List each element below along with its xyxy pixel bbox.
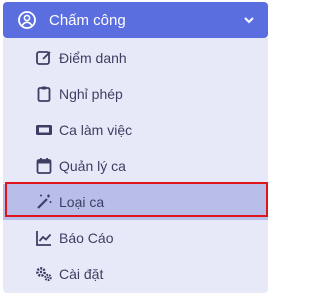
menu-item-cai-dat[interactable]: Cài đặt [3, 256, 268, 292]
edit-icon [35, 49, 53, 67]
menu-item-label: Báo Cáo [59, 230, 114, 246]
chevron-down-icon[interactable] [242, 13, 256, 27]
ticket-icon [35, 121, 53, 139]
selection-highlight-box [5, 182, 268, 217]
user-circle-icon [17, 10, 37, 30]
menu-item-diem-danh[interactable]: Điểm danh [3, 40, 268, 76]
menu-item-label: Quản lý ca [59, 158, 126, 174]
menu-item-label: Cài đặt [59, 266, 104, 282]
menu-item-ca-lam-viec[interactable]: Ca làm việc [3, 112, 268, 148]
submenu: Điểm danh Nghỉ phép Ca làm việc Quản lý … [3, 38, 268, 293]
menu-item-label: Điểm danh [59, 50, 127, 66]
menu-item-nghi-phep[interactable]: Nghỉ phép [3, 76, 268, 112]
calendar-icon [35, 157, 53, 175]
clipboard-icon [35, 85, 53, 103]
menu-header-cham-cong[interactable]: Chấm công [3, 2, 268, 38]
sidebar-menu: Chấm công Điểm danh Nghỉ phép Ca làm việ… [0, 0, 270, 295]
menu-item-label: Nghỉ phép [59, 86, 123, 102]
chart-line-icon [35, 229, 53, 247]
menu-item-quan-ly-ca[interactable]: Quản lý ca [3, 148, 268, 184]
menu-item-bao-cao[interactable]: Báo Cáo [3, 220, 268, 256]
gears-icon [35, 265, 53, 283]
menu-header-label: Chấm công [49, 11, 126, 29]
menu-item-label: Ca làm việc [59, 122, 133, 138]
